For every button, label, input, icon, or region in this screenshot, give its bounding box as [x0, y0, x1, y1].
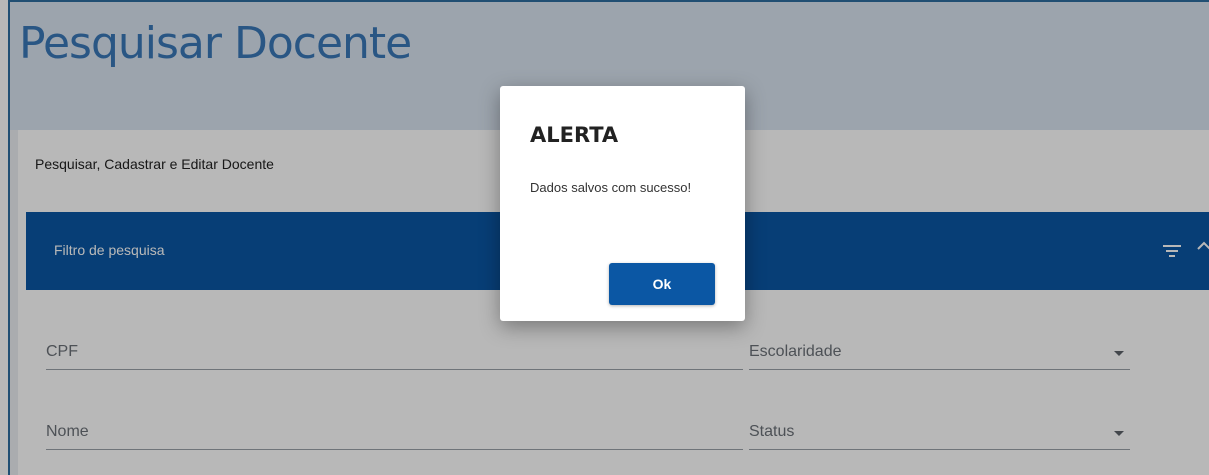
dialog-message: Dados salvos com sucesso!: [530, 180, 692, 195]
dialog-title: ALERTA: [530, 123, 619, 147]
ok-button[interactable]: Ok: [609, 263, 715, 305]
alert-dialog: ALERTA Dados salvos com sucesso! Ok: [500, 86, 745, 321]
